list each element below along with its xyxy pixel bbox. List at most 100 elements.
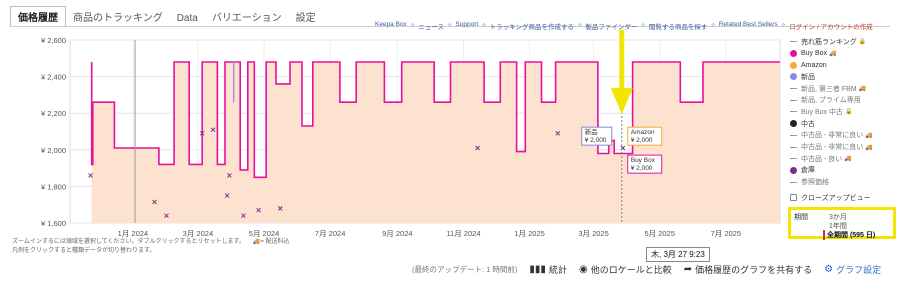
- legend-item[interactable]: 中古品 - 非常に良い 🚚: [790, 130, 895, 142]
- link-login[interactable]: ログイン / アカウントの作成: [789, 21, 872, 31]
- zoom-instruction: ズームインするには領域を選択してください。ダブルクリックするとリセットします。: [12, 239, 245, 245]
- compare-locales-button[interactable]: ◉ 他のロケールと比較: [579, 263, 672, 276]
- legend-label: 中古品 - 良い: [801, 155, 843, 163]
- legend-instruction: 凡例をクリックすると種類データが切り替わります。: [12, 248, 156, 254]
- legend-dot-icon: [790, 50, 797, 58]
- legend-label: クローズアップビュー: [801, 194, 871, 202]
- legend-dot-icon: [790, 61, 797, 69]
- zoom-header: 期間: [794, 214, 808, 221]
- x-tick-label: 3月 2024: [183, 229, 213, 238]
- chart-instructions: ズームインするには領域を選択してください。ダブルクリックするとリセットします。 🚚…: [12, 238, 290, 256]
- tab-settings[interactable]: 設定: [289, 7, 323, 26]
- share-label: 価格履歴のグラフを共有する: [695, 265, 813, 275]
- legend-dot-icon: [790, 73, 797, 81]
- y-tick-label: ¥ 2,400: [41, 73, 66, 82]
- buybox-tooltip-label: Buy Box: [631, 157, 656, 164]
- legend-label: 中古品 - 非常に良い: [801, 144, 864, 152]
- x-tick-label: 9月 2024: [382, 229, 412, 238]
- x-tick-label: 1月 2024: [118, 229, 148, 238]
- graph-settings-button[interactable]: ⚙ グラフ設定: [824, 263, 881, 276]
- gear-icon: ⚙: [824, 264, 834, 275]
- x-tick-label: 5月 2025: [644, 229, 674, 238]
- legend-line-icon: [790, 99, 797, 101]
- truck-icon: 🚚: [865, 144, 873, 151]
- lock-icon: 🔒: [845, 109, 853, 116]
- graph-settings-label: グラフ設定: [836, 265, 882, 275]
- hover-date-label: 木, 3月 27 9:23: [646, 247, 710, 262]
- tab-variations[interactable]: バリエーション: [205, 7, 289, 26]
- zoom-all-time[interactable]: 全期間 (595 日): [823, 230, 875, 240]
- price-history-chart[interactable]: ¥ 1,600 ¥ 1,800 ¥ 2,000 ¥ 2,200 ¥ 2,400 ¥ 2,6…: [0, 30, 790, 242]
- amazon-tooltip-price: ¥ 2,000: [631, 137, 653, 144]
- legend-label: 新品: [801, 73, 815, 81]
- bar-chart-icon: ▮▮▮: [529, 264, 546, 275]
- last-update: (最終のアップデート: 1 時間前): [412, 265, 518, 274]
- legend-item[interactable]: 中古品 - 良い 🚚: [790, 153, 895, 165]
- legend-line-icon: [790, 181, 797, 183]
- statistics-button[interactable]: ▮▮▮ 統計: [529, 263, 567, 276]
- chart-footer: (最終のアップデート: 1 時間前) ▮▮▮ 統計 ◉ 他のロケールと比較 ➦ 価格履…: [412, 263, 893, 276]
- new-tooltip-label: 新品: [585, 127, 598, 136]
- chart-legend: 売れ筋ランキング 🔒 Buy Box 🚚 Amazon 新品 新品, 第三者 FBM 🚚 新品,…: [790, 36, 895, 204]
- y-tick-label: ¥ 2,600: [41, 36, 66, 45]
- x-tick-label: 11月 2024: [446, 229, 480, 238]
- statistics-label: 統計: [548, 265, 567, 275]
- legend-label: 倉庫: [801, 167, 815, 175]
- legend-item[interactable]: 参照価格: [790, 176, 895, 188]
- tab-price-history[interactable]: 価格履歴: [10, 6, 66, 26]
- y-tick-label: ¥ 1,600: [41, 219, 66, 228]
- x-tick-label: 7月 2025: [711, 229, 741, 238]
- lock-icon: 🔒: [858, 39, 867, 46]
- legend-line-icon: [790, 146, 797, 148]
- new-tooltip-price: ¥ 2,000: [585, 137, 607, 144]
- buybox-tooltip-price: ¥ 2,000: [631, 165, 653, 172]
- legend-dot-icon: [790, 166, 797, 174]
- share-graph-button[interactable]: ➦ 価格履歴のグラフを共有する: [684, 263, 812, 276]
- legend-item[interactable]: 新品, 第三者 FBM 🚚: [790, 83, 895, 95]
- x-tick-label: 3月 2025: [578, 229, 608, 238]
- x-tick-label: 1月 2025: [514, 229, 544, 238]
- legend-line-icon: [790, 158, 797, 160]
- legend-label: Amazon: [801, 61, 827, 69]
- legend-item[interactable]: Buy Box 中古 🔒: [790, 106, 895, 118]
- legend-label: Buy Box: [801, 50, 828, 58]
- legend-dot-icon: [790, 120, 797, 128]
- legend-label: 売れ筋ランキング: [801, 38, 857, 46]
- zoom-range-selector: 期間 3か月 1年間 全期間 (595 日): [788, 207, 896, 240]
- legend-item[interactable]: クローズアップビュー: [790, 192, 895, 204]
- x-tick-label: 5月 2024: [249, 229, 279, 238]
- legend-line-icon: [790, 134, 797, 136]
- legend-line-icon: [790, 111, 797, 113]
- truck-note: = 配送料込: [260, 239, 290, 245]
- legend-item[interactable]: 中古品 - 非常に良い 🚚: [790, 141, 895, 153]
- share-icon: ➦: [683, 264, 693, 275]
- tab-product-tracking[interactable]: 商品のトラッキング: [66, 7, 170, 26]
- truck-icon: 🚚: [865, 132, 873, 139]
- legend-label: 中古: [801, 120, 815, 128]
- truck-icon: 🚚: [844, 156, 852, 163]
- legend-item[interactable]: 新品: [790, 71, 895, 83]
- legend-item[interactable]: 倉庫: [790, 165, 895, 177]
- truck-icon: 🚚: [829, 51, 837, 58]
- legend-label: Buy Box 中古: [801, 108, 844, 116]
- y-tick-label: ¥ 2,200: [41, 109, 66, 118]
- legend-item[interactable]: 新品, プライム専用: [790, 94, 895, 106]
- legend-line-icon: [790, 88, 797, 90]
- compare-label: 他のロケールと比較: [590, 265, 672, 275]
- checkbox-icon: [790, 194, 797, 202]
- legend-item[interactable]: 売れ筋ランキング 🔒: [790, 36, 895, 48]
- legend-label: 参照価格: [801, 179, 829, 187]
- y-tick-label: ¥ 1,800: [41, 182, 66, 191]
- legend-item[interactable]: Buy Box 🚚: [790, 48, 895, 60]
- legend-line-icon: [790, 41, 797, 43]
- legend-label: 新品, 第三者 FBM: [801, 85, 857, 93]
- legend-label: 新品, プライム専用: [801, 97, 861, 105]
- tab-data[interactable]: Data: [170, 11, 205, 26]
- legend-item[interactable]: Amazon: [790, 59, 895, 71]
- tab-bar: 価格履歴 商品のトラッキング Data バリエーション 設定: [10, 6, 323, 26]
- compare-icon: ◉: [578, 264, 588, 275]
- x-tick-label: 7月 2024: [315, 229, 345, 238]
- legend-item[interactable]: 中古: [790, 118, 895, 130]
- amazon-tooltip-label: Amazon: [631, 129, 655, 136]
- y-tick-label: ¥ 2,000: [41, 146, 66, 155]
